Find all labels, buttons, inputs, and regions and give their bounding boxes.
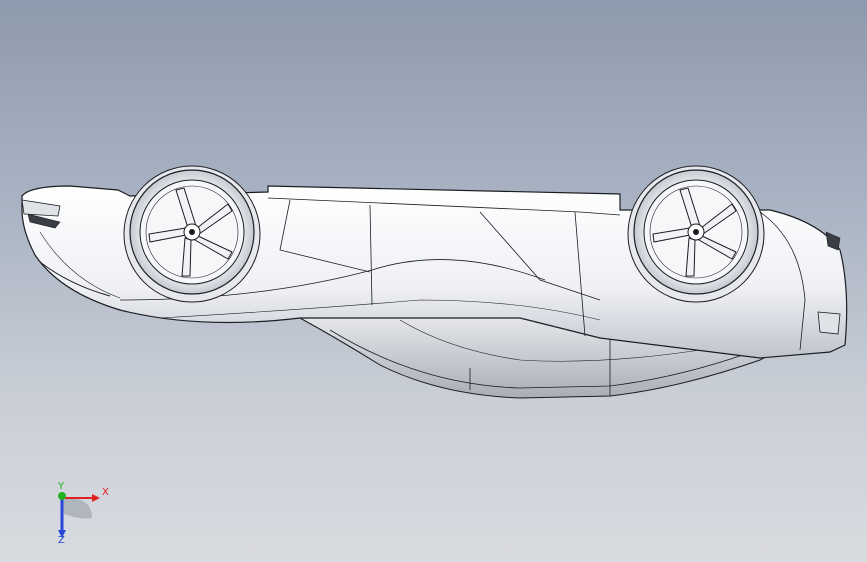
car-model[interactable] xyxy=(0,0,867,562)
rear-wheel[interactable] xyxy=(627,165,765,303)
z-axis-label: Z xyxy=(58,535,65,546)
x-axis-label: X xyxy=(102,487,109,498)
reference-triad: X Y Z xyxy=(40,476,120,551)
front-wheel[interactable] xyxy=(123,165,261,303)
graphics-viewport[interactable]: X Y Z xyxy=(0,0,867,562)
y-axis-arrow xyxy=(58,492,66,500)
y-axis-label: Y xyxy=(58,481,65,492)
